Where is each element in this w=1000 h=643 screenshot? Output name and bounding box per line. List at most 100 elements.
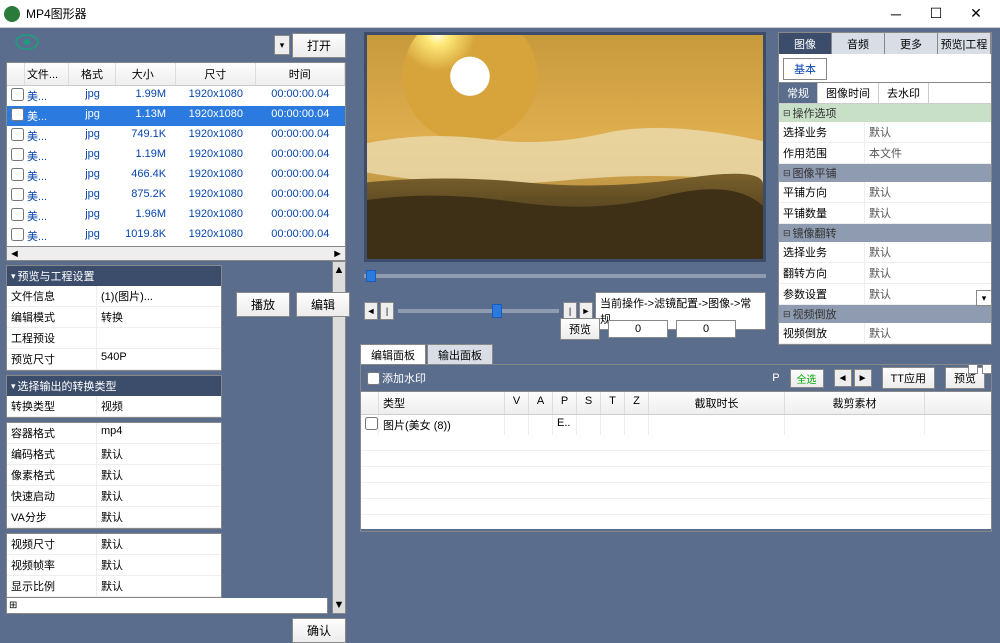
maximize-button[interactable]: ☐ [916, 3, 956, 25]
tab-edit-panel[interactable]: 编辑面板 [360, 344, 426, 365]
property-row[interactable]: 参数设置默认 [779, 284, 991, 305]
file-table-hscroll[interactable]: ◄► [6, 247, 346, 261]
row-checkbox[interactable] [11, 228, 24, 241]
seek-left[interactable]: | [380, 302, 394, 320]
table-row[interactable]: 美...jpg 1.96M1920x108000:00:00.04 [7, 206, 345, 226]
row-checkbox[interactable] [11, 88, 24, 101]
property-group-header[interactable]: ⊟镜像翻转 [779, 224, 991, 242]
rtab-audio[interactable]: 音频 [832, 33, 885, 55]
value-2[interactable]: 0 [676, 320, 736, 338]
col-size[interactable]: 大小 [116, 63, 176, 85]
rtab-preview-project[interactable]: 预览|工程 [938, 33, 991, 55]
output-type-section: ▾选择输出的转换类型 转换类型视频 [6, 375, 222, 418]
property-group-header[interactable]: ⊟视频倒放 [779, 305, 991, 323]
property-row[interactable]: 平铺数量默认 [779, 203, 991, 224]
table-row[interactable]: 美...jpg 466.4K1920x108000:00:00.04 [7, 166, 345, 186]
ecol-type[interactable]: 类型 [379, 392, 505, 414]
property-row[interactable]: 平铺方向默认 [779, 182, 991, 203]
preview-button[interactable]: 预览 [560, 318, 600, 340]
confirm-button[interactable]: 确认 [292, 618, 346, 643]
ecol-dur[interactable]: 截取时长 [649, 392, 785, 414]
tt-apply-button[interactable]: TT应用 [882, 367, 935, 389]
property-row[interactable]: VA分步默认 [7, 507, 221, 528]
erow-checkbox[interactable] [365, 417, 378, 430]
row-checkbox[interactable] [11, 208, 24, 221]
ecol-mat[interactable]: 裁剪素材 [785, 392, 925, 414]
subtab-basic[interactable]: 基本 [783, 58, 827, 80]
property-row[interactable]: 翻转方向默认 [779, 263, 991, 284]
right-subtab-row: 基本 [778, 54, 992, 85]
edit-button[interactable]: 编辑 [296, 292, 350, 317]
property-group-header[interactable]: ⊟图像平铺 [779, 164, 991, 182]
sec2-title: 选择输出的转换类型 [18, 378, 117, 394]
add-watermark-checkbox[interactable]: 添加水印 [367, 370, 426, 386]
property-row[interactable]: 预览尺寸540P [7, 349, 221, 370]
property-row[interactable]: 显示比例默认 [7, 576, 221, 597]
seek-left-fast[interactable]: ◄ [364, 302, 378, 320]
table-row[interactable]: 美...jpg 1019.8K1920x108000:00:00.04 [7, 226, 345, 246]
row-checkbox[interactable] [11, 108, 24, 121]
table-row[interactable]: 美...jpg 1.13M1920x108000:00:00.04 [7, 106, 345, 126]
property-group-header[interactable]: ⊟操作选项 [779, 104, 991, 122]
right-dropdown-icon[interactable]: ▾ [976, 290, 992, 306]
codec-section: 容器格式mp4编码格式默认像素格式默认快速启动默认VA分步默认 [6, 422, 222, 529]
minimize-button[interactable]: ─ [876, 3, 916, 25]
titlebar: MP4图形器 ─ ☐ ✕ [0, 0, 1000, 28]
ptab-normal[interactable]: 常规 [779, 83, 818, 103]
ecol-v[interactable]: V [505, 392, 529, 414]
file-table[interactable]: 文件... 格式 大小 尺寸 时间 美...jpg 1.99M1920x1080… [6, 62, 346, 247]
col-name[interactable]: 文件... [25, 63, 69, 85]
preview-viewport[interactable] [364, 32, 766, 262]
right-property-grid: 常规 图像时间 去水印 ⊟操作选项选择业务默认作用范围本文件⊟图像平铺平铺方向默… [778, 82, 992, 345]
property-row[interactable]: 编辑模式转换 [7, 307, 221, 328]
table-row[interactable]: 美...jpg 1.99M1920x108000:00:00.04 [7, 86, 345, 106]
nav-next[interactable]: ► [854, 369, 872, 387]
property-row[interactable]: 快速启动默认 [7, 486, 221, 507]
property-row[interactable]: 作用范围本文件 [779, 143, 991, 164]
table-row[interactable]: 美...jpg 749.1K1920x108000:00:00.04 [7, 126, 345, 146]
property-row[interactable]: 视频倒放默认 [779, 323, 991, 344]
edit-table[interactable]: 类型 V A P S T Z 截取时长 裁剪素材 图片(美女 (8)) E.. [361, 391, 991, 529]
ecol-s[interactable]: S [577, 392, 601, 414]
property-row[interactable]: 容器格式mp4 [7, 423, 221, 444]
property-row[interactable]: 编码格式默认 [7, 444, 221, 465]
row-checkbox[interactable] [11, 148, 24, 161]
play-button[interactable]: 播放 [236, 292, 290, 317]
select-all-button[interactable]: 全选 [790, 369, 824, 388]
ecol-t[interactable]: T [601, 392, 625, 414]
video-section: 视频尺寸默认视频帧率默认显示比例默认 [6, 533, 222, 598]
row-checkbox[interactable] [11, 168, 24, 181]
property-row[interactable]: 视频帧率默认 [7, 555, 221, 576]
table-row[interactable]: 美...jpg 875.2K1920x108000:00:00.04 [7, 186, 345, 206]
edit-table-row[interactable]: 图片(美女 (8)) E.. [361, 415, 991, 435]
table-row[interactable]: 美...jpg 1.19M1920x108000:00:00.04 [7, 146, 345, 166]
row-checkbox[interactable] [11, 188, 24, 201]
property-row[interactable]: 转换类型视频 [7, 396, 221, 417]
col-format[interactable]: 格式 [69, 63, 117, 85]
property-row[interactable]: 文件信息(1)(图片)... [7, 286, 221, 307]
rtab-more[interactable]: 更多 [885, 33, 938, 55]
property-row[interactable]: 工程预设 [7, 328, 221, 349]
open-button[interactable]: 打开 [292, 33, 346, 58]
open-dropdown[interactable]: ▾ [274, 35, 290, 55]
preview-seekbar[interactable] [364, 268, 766, 284]
col-time[interactable]: 时间 [256, 63, 345, 85]
ecol-a[interactable]: A [529, 392, 553, 414]
ecol-z[interactable]: Z [625, 392, 649, 414]
tab-output-panel[interactable]: 输出面板 [427, 344, 493, 365]
file-table-header: 文件... 格式 大小 尺寸 时间 [7, 63, 345, 86]
ptab-dewatermark[interactable]: 去水印 [879, 83, 929, 103]
nav-prev[interactable]: ◄ [834, 369, 852, 387]
close-button[interactable]: ✕ [956, 3, 996, 25]
property-row[interactable]: 视频尺寸默认 [7, 534, 221, 555]
property-row[interactable]: 像素格式默认 [7, 465, 221, 486]
property-row[interactable]: 选择业务默认 [779, 242, 991, 263]
row-checkbox[interactable] [11, 128, 24, 141]
col-dim[interactable]: 尺寸 [176, 63, 256, 85]
seek-slider[interactable] [398, 309, 559, 313]
ptab-image-time[interactable]: 图像时间 [818, 83, 879, 103]
value-1[interactable]: 0 [608, 320, 668, 338]
ecol-p[interactable]: P [553, 392, 577, 414]
property-row[interactable]: 选择业务默认 [779, 122, 991, 143]
rtab-image[interactable]: 图像 [779, 33, 832, 55]
